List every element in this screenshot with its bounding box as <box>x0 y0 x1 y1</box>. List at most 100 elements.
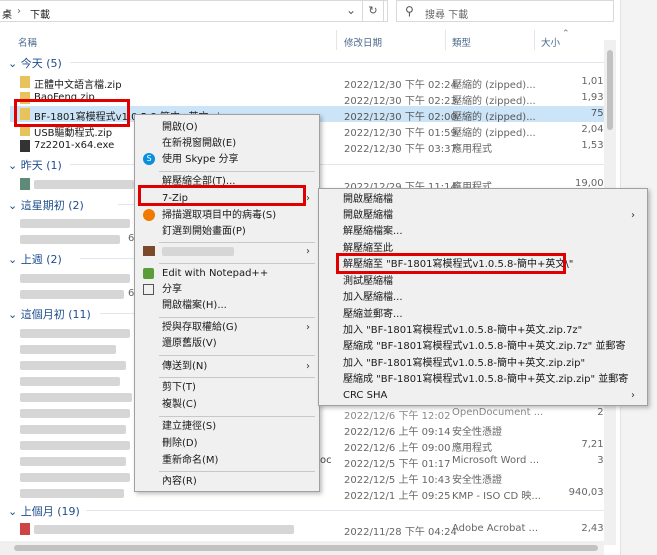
zip-icon <box>20 76 30 88</box>
address-bar[interactable]: 桌 › 下載 ⌄ <box>0 0 388 22</box>
refresh-button[interactable]: ↻ <box>362 0 384 22</box>
submenu-item-add-7z[interactable]: 加入 "BF-1801寫模程式v1.0.5.8-簡中+英文.zip.7z" <box>343 322 582 339</box>
redacted-filename <box>20 425 126 434</box>
column-header-type[interactable]: 類型 <box>452 35 471 49</box>
submenu-arrow-icon: › <box>306 322 310 333</box>
group-header-last-week[interactable]: ⌄ 上週 (2) <box>8 251 62 267</box>
redacted-filename <box>20 473 130 482</box>
file-row[interactable]: 6 <box>10 231 136 247</box>
group-header-early-this-month[interactable]: ⌄ 這個月初 (11) <box>8 306 91 322</box>
redacted-filename <box>20 489 124 498</box>
redacted-filename <box>20 457 126 466</box>
menu-separator <box>159 263 315 264</box>
menu-item-open-with[interactable]: 開啟檔案(H)... <box>162 297 227 314</box>
menu-item-notepad[interactable]: Edit with Notepad++ <box>162 265 268 282</box>
antivirus-icon <box>143 209 155 221</box>
file-row[interactable] <box>10 325 136 341</box>
breadcrumb-downloads[interactable]: 下載 <box>30 6 50 21</box>
menu-item-restore[interactable]: 還原舊版(V) <box>162 335 217 352</box>
menu-item-scan[interactable]: 掃描選取項目中的病毒(S) <box>162 207 276 224</box>
redacted-filename <box>20 235 120 244</box>
file-row[interactable] <box>10 389 136 405</box>
submenu-item-add-zip[interactable]: 加入 "BF-1801寫模程式v1.0.5.8-簡中+英文.zip.zip" <box>343 355 585 372</box>
group-header-today[interactable]: ⌄ 今天 (5) <box>8 55 62 71</box>
scroll-thumb[interactable] <box>14 545 598 551</box>
search-icon: ⚲ <box>405 4 414 18</box>
search-box[interactable]: ⚲ 搜尋 下載 <box>396 0 614 22</box>
redacted-filename <box>20 290 124 299</box>
redacted-filename <box>20 393 132 402</box>
menu-item-send-to[interactable]: 傳送到(N) › <box>162 358 318 375</box>
exe-icon <box>20 140 30 152</box>
sevenzip-submenu: 開啟壓縮檔 開啟壓縮檔 › 解壓縮檔案... 解壓縮至此 解壓縮至 "BF-18… <box>318 188 648 406</box>
column-header-date[interactable]: 修改日期 <box>344 35 382 49</box>
menu-item-delete[interactable]: 刪除(D) <box>162 435 198 452</box>
group-divider <box>70 62 605 63</box>
file-row[interactable] <box>10 373 136 389</box>
file-row[interactable] <box>10 215 136 231</box>
file-row[interactable] <box>10 270 136 286</box>
menu-item-create-shortcut[interactable]: 建立捷徑(S) <box>162 418 216 435</box>
collapse-icon: ⌄ <box>8 199 18 212</box>
column-divider[interactable] <box>336 30 337 50</box>
menu-item-open[interactable]: 開啟(O) <box>162 119 198 136</box>
group-header-early-this-week[interactable]: ⌄ 這星期初 (2) <box>8 197 84 213</box>
group-header-yesterday[interactable]: ⌄ 昨天 (1) <box>8 157 62 173</box>
search-input[interactable]: 搜尋 下載 <box>425 6 468 21</box>
breadcrumb-separator: › <box>17 6 21 17</box>
menu-separator <box>159 317 315 318</box>
menu-separator <box>159 416 315 417</box>
horizontal-scrollbar[interactable] <box>0 541 604 555</box>
menu-item-grant-access[interactable]: 授與存取權給(G) › <box>162 319 318 336</box>
submenu-item-open-archive-more[interactable]: 開啟壓縮檔 › <box>343 207 643 224</box>
file-row[interactable]: 6 <box>10 286 136 302</box>
menu-item-copy[interactable]: 複製(C) <box>162 396 197 413</box>
menu-item-pin-start[interactable]: 釘選到開始畫面(P) <box>162 223 246 240</box>
menu-item-open-new-window[interactable]: 在新視窗開啟(E) <box>162 135 236 152</box>
group-header-last-month[interactable]: ⌄ 上個月 (19) <box>8 503 80 519</box>
group-divider <box>86 510 605 511</box>
submenu-item-test[interactable]: 測試壓縮檔 <box>343 273 393 290</box>
submenu-item-compress-email[interactable]: 壓縮並郵寄... <box>343 306 403 323</box>
redacted-filename <box>34 525 294 534</box>
breadcrumb-desktop[interactable]: 桌 <box>2 6 12 21</box>
submenu-arrow-icon: › <box>631 210 635 221</box>
file-row[interactable] <box>10 341 136 357</box>
redacted-filename <box>20 274 130 283</box>
submenu-item-compress-7z-email[interactable]: 壓縮成 "BF-1801寫模程式v1.0.5.8-簡中+英文.zip.7z" 並… <box>343 338 625 355</box>
highlight-box-extract-to <box>336 253 566 274</box>
submenu-item-compress-zip-email[interactable]: 壓縮成 "BF-1801寫模程式v1.0.5.8-簡中+英文.zip.zip" … <box>343 371 628 388</box>
column-divider[interactable] <box>445 30 446 50</box>
submenu-item-crc-sha[interactable]: CRC SHA › <box>343 387 643 404</box>
pdf-icon <box>20 523 30 535</box>
column-header-size[interactable]: 大小 <box>541 35 560 49</box>
group-divider <box>80 258 135 259</box>
file-row[interactable]: 2022/11/28 下午 04:24 Adobe Acrobat ... 2,… <box>10 521 612 538</box>
highlight-box-7zip <box>138 185 306 206</box>
submenu-item-add[interactable]: 加入壓縮檔... <box>343 289 403 306</box>
menu-item-cut[interactable]: 剪下(T) <box>162 379 196 396</box>
sort-up-icon: ⌃ <box>562 29 570 39</box>
submenu-item-open-archive[interactable]: 開啟壓縮檔 <box>343 191 393 208</box>
address-dropdown-icon[interactable]: ⌄ <box>346 3 356 17</box>
redacted-filename <box>20 329 130 338</box>
menu-item-rename[interactable]: 重新命名(M) <box>162 452 218 469</box>
collapse-icon: ⌄ <box>8 159 18 172</box>
menu-item-redacted[interactable]: › <box>162 243 318 260</box>
column-header-name[interactable]: 名稱 <box>18 35 37 49</box>
submenu-arrow-icon: › <box>306 193 310 204</box>
file-row[interactable] <box>10 357 136 373</box>
column-divider[interactable] <box>534 30 535 50</box>
file-row[interactable]: 正體中文語言檔.zip 2022/12/30 下午 02:24 壓縮的 (zip… <box>10 74 612 91</box>
redacted-label <box>162 247 234 256</box>
menu-separator <box>159 377 315 378</box>
app-icon <box>143 246 155 256</box>
scroll-thumb[interactable] <box>607 50 613 130</box>
menu-item-share[interactable]: 分享 <box>162 281 182 298</box>
menu-item-properties[interactable]: 內容(R) <box>162 473 197 490</box>
redacted-filename <box>34 180 134 189</box>
redacted-filename <box>20 409 130 418</box>
submenu-arrow-icon: › <box>306 246 310 257</box>
submenu-item-extract-files[interactable]: 解壓縮檔案... <box>343 223 403 240</box>
menu-item-skype-share[interactable]: 使用 Skype 分享 <box>162 151 239 168</box>
